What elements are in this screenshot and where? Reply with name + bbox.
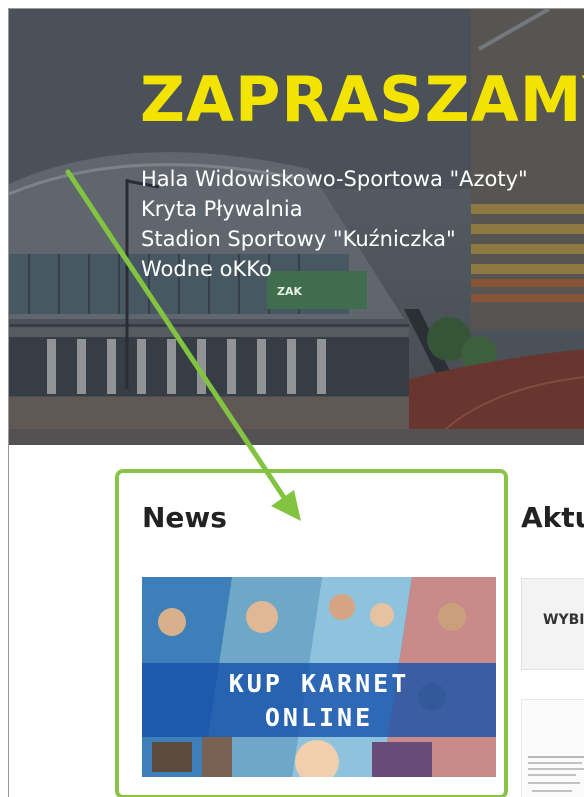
venue-list: Hala Widowiskowo-Sportowa "Azoty" Kryta … (141, 164, 528, 284)
venue-link-plywalnia[interactable]: Kryta Pływalnia (141, 194, 528, 224)
hero-title: ZAPRASZAMY (140, 63, 584, 136)
promo-line-2: ONLINE (264, 703, 374, 732)
promo-line-1: KUP KARNET (228, 669, 410, 698)
aktualnosci-card[interactable]: WYBI (521, 578, 584, 670)
venue-link-hala[interactable]: Hala Widowiskowo-Sportowa "Azoty" (141, 164, 528, 194)
browser-viewport: ZAK ZAPRASZAMY Hala Widowiskowo-Sportowa… (8, 8, 584, 797)
document-text-lines (528, 756, 584, 792)
news-heading: News (142, 501, 227, 534)
aktualnosci-card-title: WYBI (543, 612, 584, 628)
hero-banner: ZAK ZAPRASZAMY Hala Widowiskowo-Sportowa… (9, 9, 584, 445)
building-sign-text: ZAK (277, 285, 302, 298)
document-preview-thumbnail[interactable] (521, 699, 584, 797)
venue-link-stadion[interactable]: Stadion Sportowy "Kuźniczka" (141, 224, 528, 254)
aktualnosci-heading: Aktu (521, 501, 584, 534)
kup-karnet-promo-banner[interactable]: KUP KARNET ONLINE (142, 577, 496, 777)
venue-link-wodne-okko[interactable]: Wodne oKKo (141, 254, 528, 284)
